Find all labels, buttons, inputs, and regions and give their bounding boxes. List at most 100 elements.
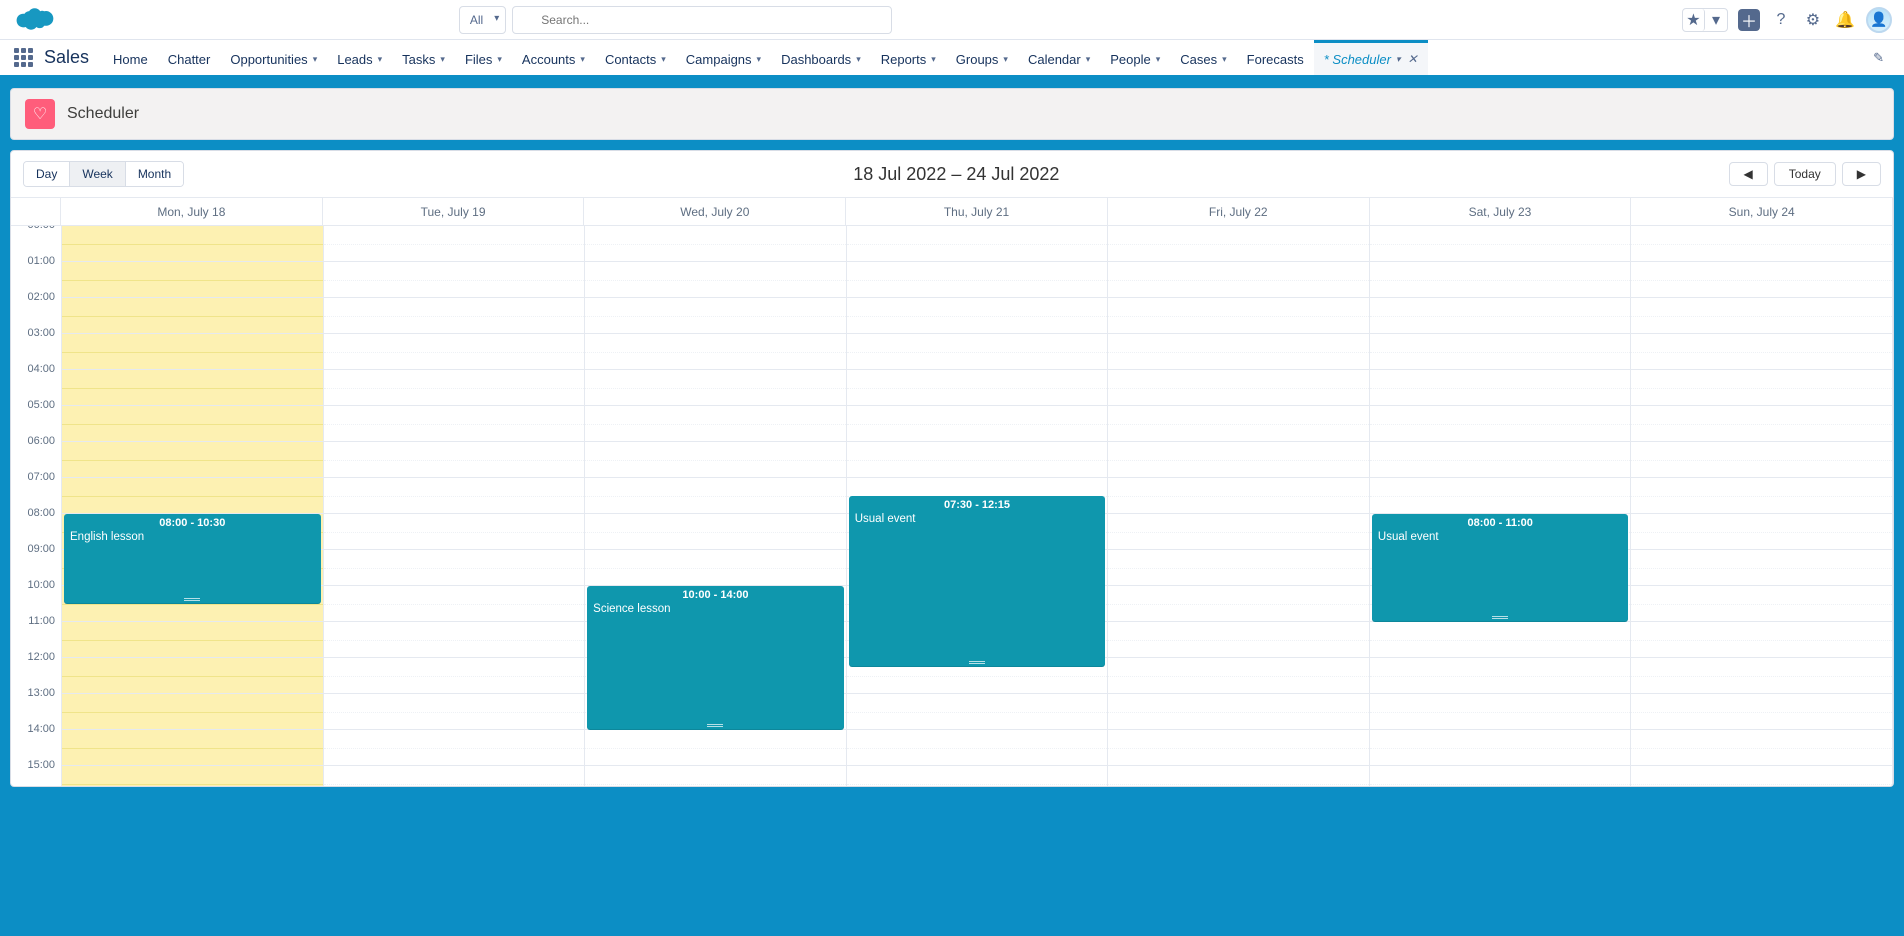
hour-cell[interactable] xyxy=(1631,370,1892,406)
hour-cell[interactable] xyxy=(324,442,585,478)
hour-cell[interactable] xyxy=(1108,334,1369,370)
hour-cell[interactable] xyxy=(324,226,585,262)
hour-cell[interactable] xyxy=(1370,478,1631,514)
calendar-event[interactable]: 08:00 - 11:00Usual event xyxy=(1372,514,1629,622)
hour-cell[interactable] xyxy=(324,622,585,658)
hour-cell[interactable] xyxy=(324,766,585,786)
nav-item-opportunities[interactable]: Opportunities▾ xyxy=(220,40,327,75)
star-icon[interactable]: ★ xyxy=(1683,9,1705,31)
hour-cell[interactable] xyxy=(1108,442,1369,478)
view-day-button[interactable]: Day xyxy=(24,162,69,186)
hour-cell[interactable] xyxy=(324,262,585,298)
nav-item-calendar[interactable]: Calendar▾ xyxy=(1018,40,1100,75)
hour-cell[interactable] xyxy=(1631,658,1892,694)
hour-cell[interactable] xyxy=(1631,514,1892,550)
today-button[interactable]: Today xyxy=(1774,162,1836,186)
hour-cell[interactable] xyxy=(62,622,323,658)
resize-handle[interactable] xyxy=(1492,616,1508,619)
hour-cell[interactable] xyxy=(1631,622,1892,658)
hour-cell[interactable] xyxy=(62,262,323,298)
hour-cell[interactable] xyxy=(847,442,1108,478)
hour-cell[interactable] xyxy=(1108,406,1369,442)
hour-cell[interactable] xyxy=(847,766,1108,786)
hour-cell[interactable] xyxy=(1108,262,1369,298)
resize-handle[interactable] xyxy=(969,661,985,664)
user-avatar[interactable]: 👤 xyxy=(1866,7,1892,33)
day-column[interactable]: 07:30 - 12:15Usual event xyxy=(846,226,1108,786)
day-column[interactable] xyxy=(1107,226,1369,786)
nav-item-files[interactable]: Files▾ xyxy=(455,40,512,75)
hour-cell[interactable] xyxy=(1370,298,1631,334)
hour-cell[interactable] xyxy=(62,442,323,478)
view-week-button[interactable]: Week xyxy=(69,162,124,186)
global-add-button[interactable]: ＋ xyxy=(1738,9,1760,31)
hour-cell[interactable] xyxy=(1631,766,1892,786)
nav-item-forecasts[interactable]: Forecasts xyxy=(1237,40,1314,75)
hour-cell[interactable] xyxy=(1108,550,1369,586)
prev-button[interactable]: ◀ xyxy=(1729,162,1768,186)
hour-cell[interactable] xyxy=(585,262,846,298)
hour-cell[interactable] xyxy=(585,478,846,514)
hour-cell[interactable] xyxy=(847,370,1108,406)
hour-cell[interactable] xyxy=(847,406,1108,442)
hour-cell[interactable] xyxy=(585,370,846,406)
hour-cell[interactable] xyxy=(1108,226,1369,262)
nav-item-dashboards[interactable]: Dashboards▾ xyxy=(771,40,871,75)
hour-cell[interactable] xyxy=(1631,478,1892,514)
hour-cell[interactable] xyxy=(585,334,846,370)
hour-cell[interactable] xyxy=(1108,514,1369,550)
hour-cell[interactable] xyxy=(1631,550,1892,586)
hour-cell[interactable] xyxy=(1631,406,1892,442)
hour-cell[interactable] xyxy=(1370,334,1631,370)
hour-cell[interactable] xyxy=(847,298,1108,334)
hour-cell[interactable] xyxy=(1631,262,1892,298)
hour-cell[interactable] xyxy=(324,550,585,586)
notifications-bell-icon[interactable]: 🔔 xyxy=(1834,9,1856,31)
app-launcher[interactable] xyxy=(10,40,36,75)
hour-cell[interactable] xyxy=(1631,730,1892,766)
hour-cell[interactable] xyxy=(62,226,323,262)
hour-cell[interactable] xyxy=(847,262,1108,298)
nav-item-scheduler[interactable]: * Scheduler▾✕ xyxy=(1314,40,1428,75)
nav-item-contacts[interactable]: Contacts▾ xyxy=(595,40,676,75)
hour-cell[interactable] xyxy=(585,442,846,478)
hour-cell[interactable] xyxy=(1370,658,1631,694)
hour-cell[interactable] xyxy=(1631,586,1892,622)
hour-cell[interactable] xyxy=(62,298,323,334)
day-column[interactable] xyxy=(323,226,585,786)
nav-item-people[interactable]: People▾ xyxy=(1100,40,1170,75)
hour-cell[interactable] xyxy=(1108,730,1369,766)
nav-item-campaigns[interactable]: Campaigns▾ xyxy=(676,40,771,75)
hour-cell[interactable] xyxy=(1631,694,1892,730)
hour-cell[interactable] xyxy=(1370,730,1631,766)
hour-cell[interactable] xyxy=(1108,586,1369,622)
hour-cell[interactable] xyxy=(62,478,323,514)
hour-cell[interactable] xyxy=(1108,622,1369,658)
hour-cell[interactable] xyxy=(585,766,846,786)
nav-item-accounts[interactable]: Accounts▾ xyxy=(512,40,595,75)
hour-cell[interactable] xyxy=(1631,334,1892,370)
hour-cell[interactable] xyxy=(1108,298,1369,334)
day-column[interactable]: 08:00 - 10:30English lesson xyxy=(61,226,323,786)
favorites-dropdown-icon[interactable]: ▾ xyxy=(1705,9,1727,31)
day-column[interactable]: 10:00 - 14:00Science lesson xyxy=(584,226,846,786)
hour-cell[interactable] xyxy=(1370,622,1631,658)
next-button[interactable]: ▶ xyxy=(1842,162,1881,186)
view-month-button[interactable]: Month xyxy=(125,162,183,186)
hour-cell[interactable] xyxy=(62,406,323,442)
hour-cell[interactable] xyxy=(324,478,585,514)
hour-cell[interactable] xyxy=(62,730,323,766)
hour-cell[interactable] xyxy=(1108,694,1369,730)
hour-cell[interactable] xyxy=(1631,226,1892,262)
hour-cell[interactable] xyxy=(585,730,846,766)
hour-cell[interactable] xyxy=(847,730,1108,766)
help-icon[interactable]: ? xyxy=(1770,9,1792,31)
hour-cell[interactable] xyxy=(1631,298,1892,334)
hour-cell[interactable] xyxy=(585,550,846,586)
hour-cell[interactable] xyxy=(62,766,323,786)
hour-cell[interactable] xyxy=(324,334,585,370)
nav-item-tasks[interactable]: Tasks▾ xyxy=(392,40,455,75)
calendar-event[interactable]: 07:30 - 12:15Usual event xyxy=(849,496,1106,667)
hour-cell[interactable] xyxy=(1370,226,1631,262)
hour-cell[interactable] xyxy=(1370,766,1631,786)
